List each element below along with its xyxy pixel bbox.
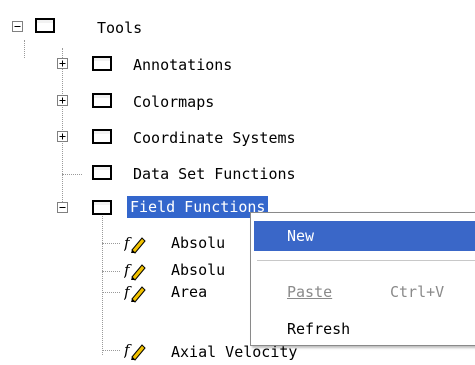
svg-text:f: f [124,283,132,301]
function-pencil-icon: f [123,232,146,254]
folder-icon [92,199,112,215]
folder-icon [92,164,112,180]
expand-toggle-coordinate-systems[interactable] [57,131,68,142]
collapse-toggle-tools[interactable] [12,21,23,32]
function-pencil-icon: f [123,339,146,361]
menu-item-label: New [287,227,315,245]
tree-line [102,292,120,293]
menu-item-paste[interactable]: Paste Ctrl+V [254,277,475,307]
tree-item-label: Tools [97,19,143,37]
folder-icon [92,92,112,108]
menu-item-new[interactable]: New [254,221,475,251]
function-pencil-icon: f [123,281,146,303]
menu-item-refresh[interactable]: Refresh [254,314,475,344]
svg-text:f: f [124,261,132,279]
tree-item-colormaps[interactable]: Colormaps [130,89,217,115]
tree-line [24,40,25,58]
tree-item-label: Absolu [171,234,226,252]
tree-item-field-functions[interactable]: Field Functions [127,194,269,220]
tree-line [102,212,103,355]
tree-item-label: Data Set Functions [133,165,296,183]
menu-separator [257,260,475,261]
tree-line [102,243,120,244]
collapse-toggle-field-functions[interactable] [57,202,68,213]
function-pencil-icon: f [123,259,146,281]
tree-line [102,350,120,351]
tree-line [62,48,63,202]
tree-item-label: Field Functions [127,196,269,218]
folder-icon [92,128,112,144]
tree-item-annotations[interactable]: Annotations [130,52,235,78]
tree-line [102,271,120,272]
tree-item-label: Coordinate Systems [133,129,296,147]
folder-icon [92,55,112,71]
tree-item-data-set-functions[interactable]: Data Set Functions [130,161,299,187]
field-function-item[interactable]: Absolu [168,230,228,256]
tree-item-label: Area [171,283,208,301]
tree-item-label: Annotations [133,56,233,74]
tree-item-label: Absolu [171,261,226,279]
expand-toggle-annotations[interactable] [57,58,68,69]
expand-toggle-colormaps[interactable] [57,95,68,106]
tree-item-label: Colormaps [133,93,215,111]
field-function-item[interactable]: Area [168,279,210,305]
tree-line [62,174,82,175]
tree-item-tools[interactable]: Tools [94,15,145,41]
tree-item-coordinate-systems[interactable]: Coordinate Systems [130,125,299,151]
context-menu: New Paste Ctrl+V Refresh [250,212,475,346]
folder-icon [35,17,55,33]
menu-item-label: Paste [287,283,333,301]
menu-item-label: Refresh [287,320,351,338]
menu-item-shortcut: Ctrl+V [390,283,445,301]
svg-text:f: f [124,341,132,359]
svg-text:f: f [124,234,132,252]
